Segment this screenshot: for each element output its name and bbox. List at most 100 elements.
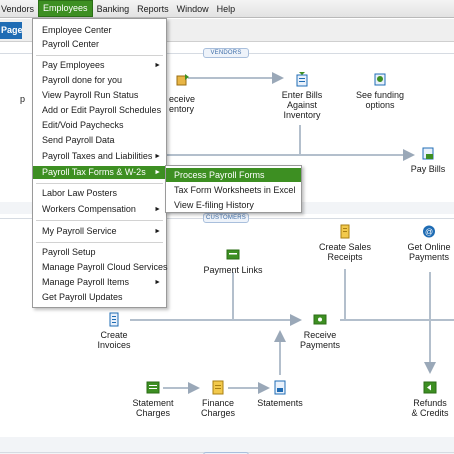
menu-item-get-payroll-updates[interactable]: Get Payroll Updates — [33, 291, 166, 304]
menu-item-label: View Payroll Run Status — [42, 90, 139, 100]
menu-item-send-payroll-data[interactable]: Send Payroll Data — [33, 134, 166, 147]
menu-item-label: Edit/Void Paychecks — [42, 120, 124, 130]
menu-bar: Vendors Employees Banking Reports Window… — [0, 0, 454, 18]
menu-item-label: Manage Payroll Items — [42, 277, 130, 287]
receive-inventory-node[interactable] — [168, 72, 198, 90]
menu-item-label: Pay Employees — [42, 60, 105, 70]
sales-receipts-icon — [340, 224, 350, 239]
create-invoices-node[interactable]: Create Invoices — [92, 312, 136, 350]
finance-charges-node[interactable]: Finance Charges — [196, 380, 240, 418]
menu-reports[interactable]: Reports — [133, 0, 173, 18]
receive-payments-label-1: Receive — [303, 330, 337, 340]
menu-item-pay-employees[interactable]: Pay Employees ► — [33, 59, 166, 72]
menu-item-label: Payroll Tax Forms & W-2s — [42, 167, 146, 177]
online-payments-node[interactable]: @ Get Online Payments — [405, 224, 453, 262]
receive-payments-icon — [313, 314, 327, 325]
menu-vendors[interactable]: Vendors — [0, 0, 38, 18]
create-invoices-icon — [109, 312, 119, 327]
enter-bills-label-2: Against — [286, 100, 318, 110]
menu-item-edit-void-paychecks[interactable]: Edit/Void Paychecks — [33, 119, 166, 132]
partial-left-label: p — [20, 94, 26, 104]
pay-bills-node[interactable]: Pay Bills — [408, 146, 448, 174]
menu-item-payroll-tax-forms[interactable]: Payroll Tax Forms & W-2s ► — [33, 166, 166, 179]
submenu-arrow-icon: ► — [154, 153, 161, 160]
enter-bills-label-3: Inventory — [283, 110, 321, 120]
refunds-credits-label-1: Refunds — [413, 398, 447, 408]
enter-bills-node[interactable]: Enter Bills Against Inventory — [276, 72, 328, 120]
menu-separator — [36, 183, 163, 184]
statement-charges-label-1: Statement — [132, 398, 174, 408]
menu-item-label: Labor Law Posters — [42, 188, 118, 198]
pay-bills-label: Pay Bills — [410, 164, 446, 174]
menu-item-label: Add or Edit Payroll Schedules — [42, 105, 162, 115]
payment-links-label: Payment Links — [203, 265, 263, 275]
employees-dropdown-menu: Employee Center Payroll Center Pay Emplo… — [32, 18, 168, 308]
menu-separator — [36, 55, 163, 56]
enter-bills-label-1: Enter Bills — [281, 90, 323, 100]
menu-item-label: Workers Compensation — [42, 204, 136, 214]
funding-options-icon — [374, 73, 386, 86]
menu-item-payroll-center[interactable]: Payroll Center — [33, 38, 166, 51]
submenu-arrow-icon: ► — [154, 62, 161, 69]
statements-node[interactable]: Statements — [256, 380, 304, 408]
menu-help[interactable]: Help — [213, 0, 240, 18]
menu-item-label: My Payroll Service — [42, 226, 117, 236]
statements-label: Statements — [257, 398, 303, 408]
menu-item-labor-law-posters[interactable]: Labor Law Posters — [33, 187, 166, 200]
page-tab[interactable]: Page — [0, 22, 22, 39]
submenu-item-tax-form-worksheets[interactable]: Tax Form Worksheets in Excel — [166, 183, 301, 197]
submenu-item-view-efiling-history[interactable]: View E-filing History — [166, 198, 301, 212]
finance-charges-label-1: Finance — [201, 398, 235, 408]
menu-item-payroll-setup[interactable]: Payroll Setup — [33, 246, 166, 259]
submenu-arrow-icon: ► — [154, 206, 161, 213]
finance-charges-label-2: Charges — [200, 408, 236, 418]
statement-charges-node[interactable]: Statement Charges — [130, 380, 176, 418]
refunds-credits-label-2: & Credits — [411, 408, 449, 418]
menu-item-label: Payroll done for you — [42, 75, 123, 85]
submenu-arrow-icon: ► — [154, 169, 161, 176]
submenu-arrow-icon: ► — [154, 228, 161, 235]
menu-item-payroll-done-for-you[interactable]: Payroll done for you — [33, 74, 166, 87]
menu-item-label: Manage Payroll Cloud Services — [42, 262, 168, 272]
receive-inventory-label-2: entory — [169, 104, 195, 114]
sales-receipts-label-1: Create Sales — [318, 242, 372, 252]
menu-window[interactable]: Window — [173, 0, 213, 18]
menu-separator — [36, 220, 163, 221]
refunds-credits-icon — [423, 381, 437, 394]
receive-inventory-label-1: eceive — [169, 94, 196, 104]
menu-item-edit-payroll-schedules[interactable]: Add or Edit Payroll Schedules — [33, 104, 166, 117]
funding-options-node[interactable]: See funding options — [352, 72, 408, 110]
menu-item-manage-payroll-items[interactable]: Manage Payroll Items ► — [33, 276, 166, 289]
statement-charges-icon — [146, 381, 160, 394]
sales-receipts-label-2: Receipts — [327, 252, 363, 262]
refunds-credits-node[interactable]: Refunds & Credits — [408, 380, 452, 418]
menu-banking[interactable]: Banking — [93, 0, 134, 18]
payment-links-node[interactable]: Payment Links — [202, 247, 264, 275]
menu-employees[interactable]: Employees — [38, 0, 93, 17]
payment-links-icon — [226, 249, 240, 260]
menu-item-my-payroll-service[interactable]: My Payroll Service ► — [33, 225, 166, 238]
menu-item-workers-compensation[interactable]: Workers Compensation ► — [33, 203, 166, 216]
menu-item-payroll-taxes-liabilities[interactable]: Payroll Taxes and Liabilities ► — [33, 150, 166, 163]
menu-item-label: Payroll Center — [42, 39, 100, 49]
receive-payments-node[interactable]: Receive Payments — [296, 312, 344, 350]
create-invoices-label-2: Invoices — [97, 340, 131, 350]
submenu-item-process-payroll-forms[interactable]: Process Payroll Forms — [166, 168, 301, 182]
online-payments-label-2: Payments — [408, 252, 450, 262]
receive-inventory-icon — [176, 74, 189, 86]
menu-item-employee-center[interactable]: Employee Center — [33, 24, 166, 37]
online-payments-icon: @ — [423, 225, 435, 238]
menu-item-label: Send Payroll Data — [42, 135, 115, 145]
menu-item-label: Get Payroll Updates — [42, 292, 123, 302]
pay-bills-icon — [422, 147, 434, 160]
menu-item-manage-payroll-cloud[interactable]: Manage Payroll Cloud Services — [33, 261, 168, 274]
menu-item-view-payroll-run-status[interactable]: View Payroll Run Status — [33, 89, 166, 102]
menu-item-label: Payroll Taxes and Liabilities — [42, 151, 153, 161]
receive-payments-label-2: Payments — [299, 340, 341, 350]
enter-bills-icon — [296, 72, 308, 87]
sales-receipts-node[interactable]: Create Sales Receipts — [316, 224, 374, 262]
menu-item-label: Employee Center — [42, 25, 112, 35]
finance-charges-icon — [212, 380, 224, 395]
funding-options-label-1: See funding — [355, 90, 405, 100]
statement-charges-label-2: Charges — [135, 408, 171, 418]
